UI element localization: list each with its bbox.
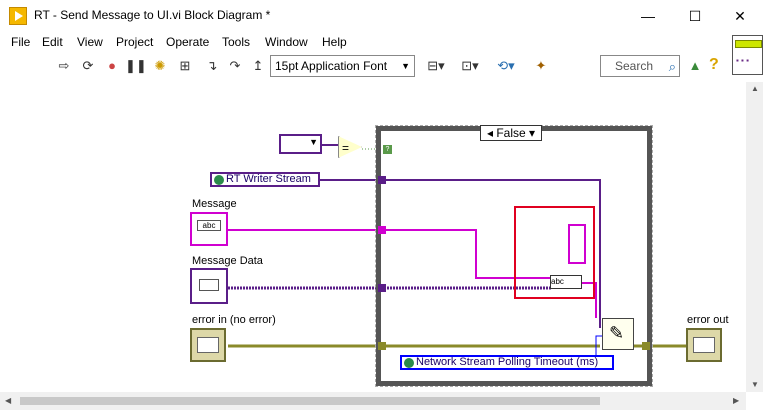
- case-selector-terminal[interactable]: ?: [383, 145, 392, 154]
- error-out-tunnel[interactable]: [642, 342, 650, 350]
- write-element-node[interactable]: ✎: [602, 318, 634, 350]
- message-data-variant-control[interactable]: [190, 268, 228, 304]
- error-out-cluster-indicator[interactable]: [686, 328, 722, 362]
- enum-constant[interactable]: ▼: [279, 134, 322, 154]
- scroll-up-icon[interactable]: ▲: [751, 84, 759, 93]
- writer-tunnel[interactable]: [378, 176, 386, 184]
- rt-writer-stream-label: RT Writer Stream: [226, 173, 311, 185]
- error-out-icon: [693, 337, 715, 353]
- scroll-down-icon[interactable]: ▼: [751, 380, 759, 389]
- message-label: Message: [192, 198, 237, 210]
- flatten-abc: abc: [551, 277, 564, 286]
- pencil-icon: ✎: [609, 323, 625, 343]
- polling-globe-icon: [404, 358, 414, 368]
- error-in-tunnel[interactable]: [378, 342, 386, 350]
- error-cluster-icon: [197, 337, 219, 353]
- message-tunnel[interactable]: [378, 226, 386, 234]
- error-out-label: error out: [687, 314, 729, 326]
- flatten-to-message-node[interactable]: abc: [550, 275, 582, 289]
- vertical-scrollbar[interactable]: ▲ ▼: [746, 82, 763, 392]
- polling-timeout-constant[interactable]: Network Stream Polling Timeout (ms): [400, 355, 614, 370]
- variant-icon: [199, 279, 219, 291]
- horizontal-scrollbar[interactable]: ◀ ▶: [0, 392, 746, 410]
- globe-icon: [214, 175, 224, 185]
- case-prev-icon[interactable]: ◂: [487, 126, 493, 140]
- case-next-icon[interactable]: ▾: [529, 126, 535, 140]
- message-data-tunnel[interactable]: [378, 284, 386, 292]
- message-data-label: Message Data: [192, 255, 263, 267]
- rt-writer-stream-terminal[interactable]: RT Writer Stream: [210, 172, 320, 187]
- message-abc-box: abc: [197, 220, 221, 231]
- scroll-left-icon[interactable]: ◀: [5, 396, 11, 405]
- error-in-cluster-control[interactable]: [190, 328, 226, 362]
- polling-timeout-label: Network Stream Polling Timeout (ms): [416, 356, 599, 368]
- scroll-right-icon[interactable]: ▶: [733, 396, 739, 405]
- case-selector[interactable]: ◂ False ▾: [480, 125, 542, 141]
- scroll-thumb[interactable]: [20, 397, 600, 405]
- string-array-node[interactable]: [568, 224, 586, 264]
- enum-dropdown-icon: ▼: [309, 137, 318, 147]
- message-string-control[interactable]: abc: [190, 212, 228, 246]
- case-selector-value: False: [496, 126, 526, 140]
- error-in-label: error in (no error): [192, 314, 276, 326]
